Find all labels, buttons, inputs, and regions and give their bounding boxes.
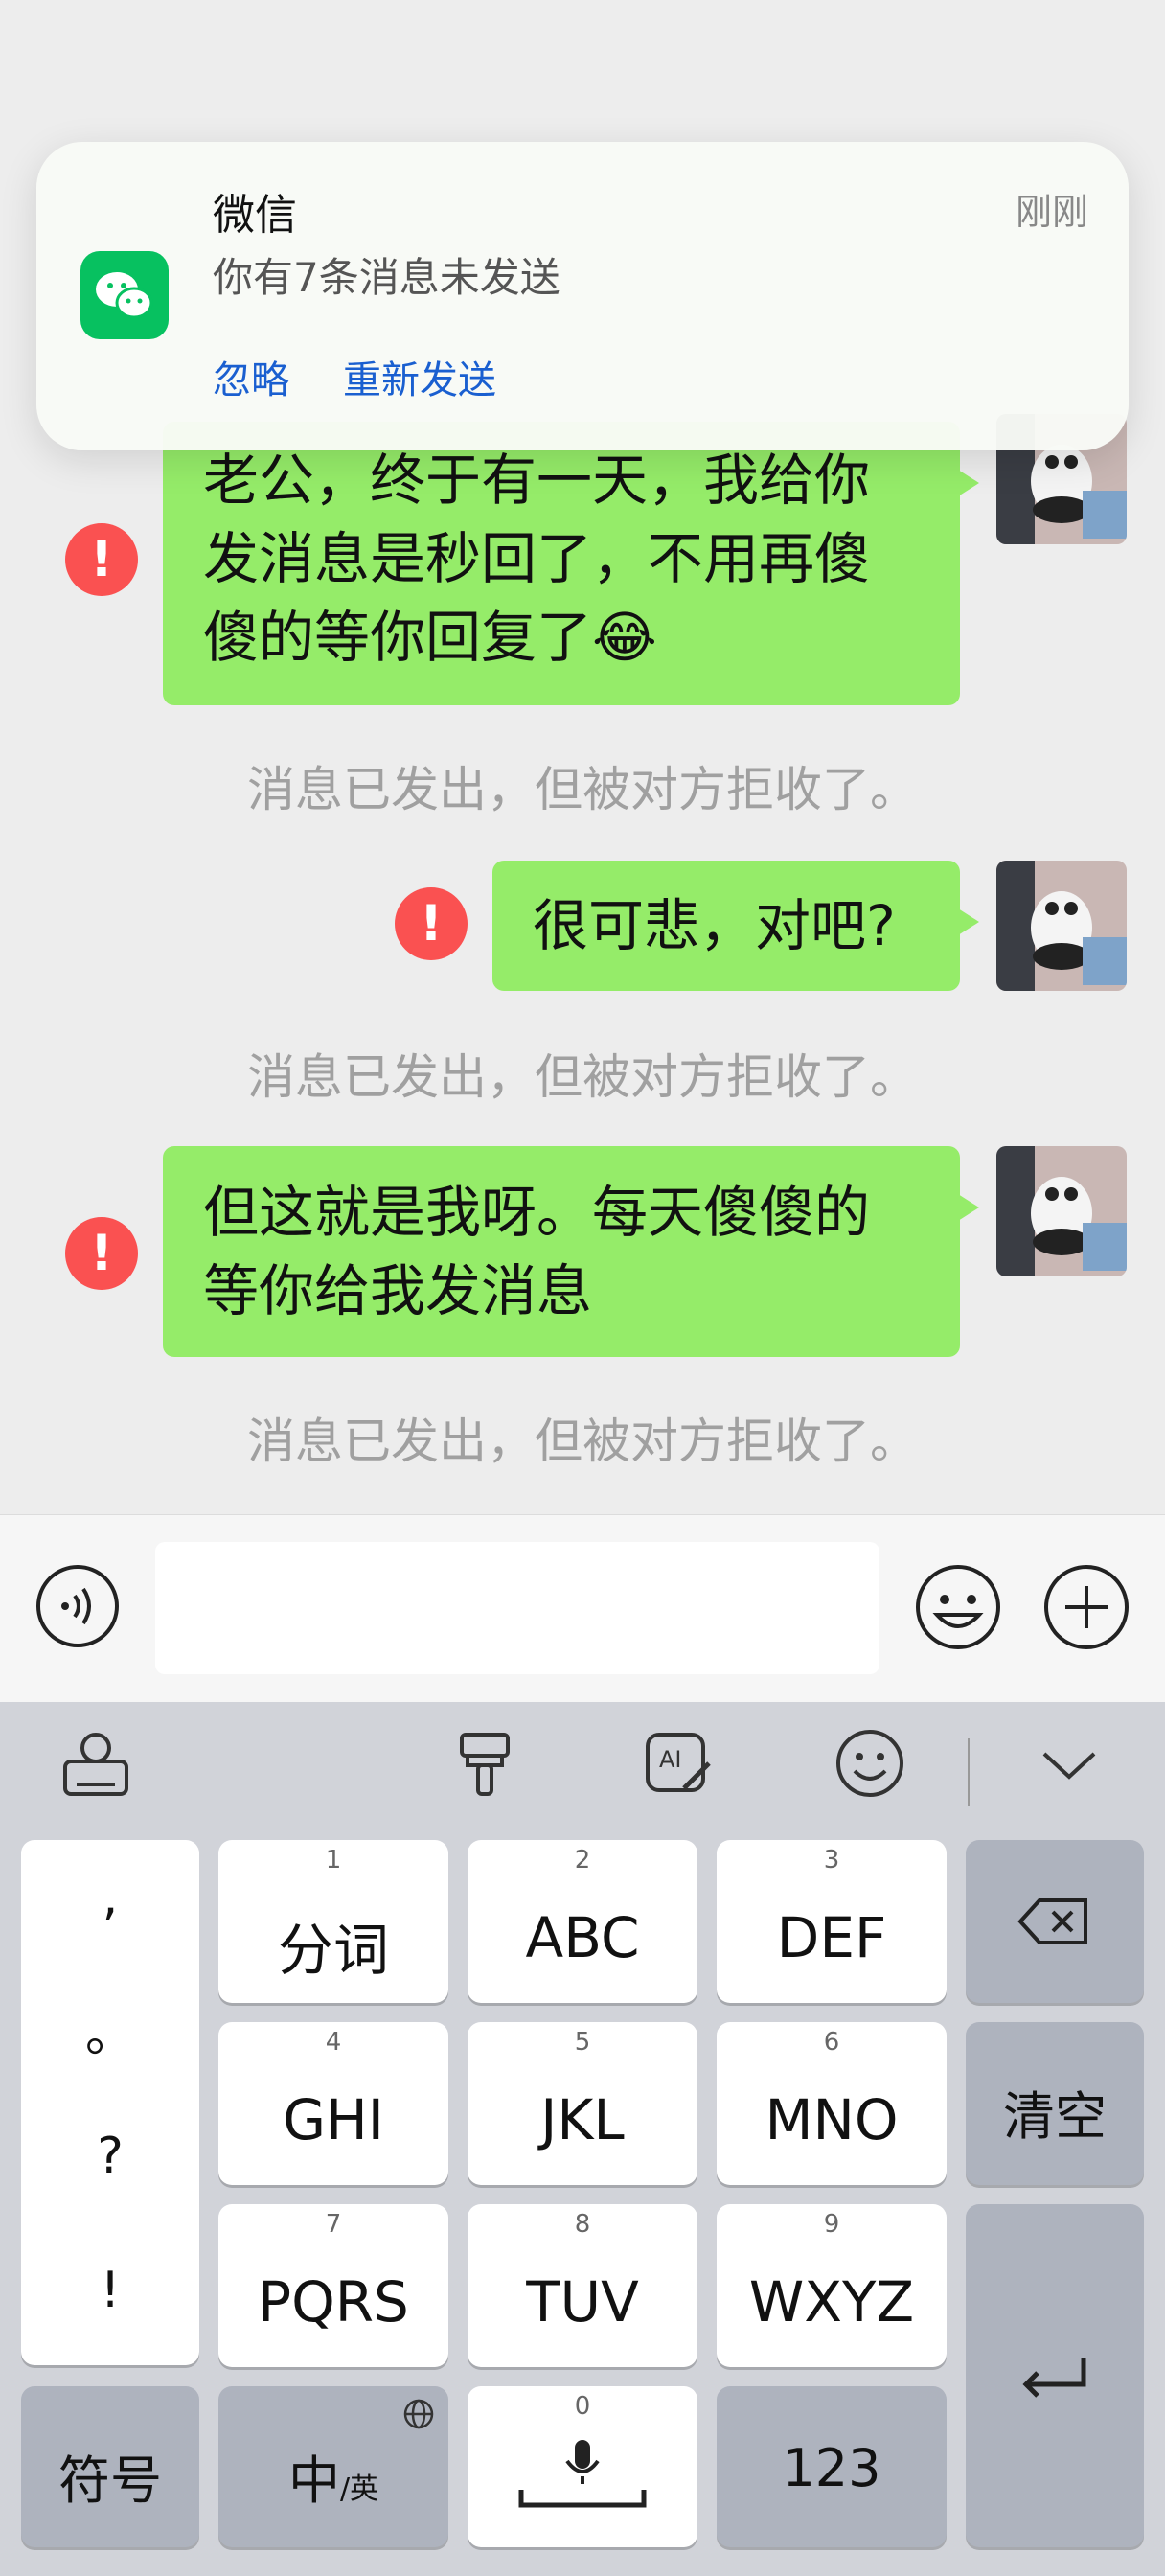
language-switch-key[interactable]: 中/英 <box>218 2386 448 2547</box>
key-label: ABC <box>525 1905 640 1970</box>
punct-comma[interactable]: , <box>21 1869 199 1926</box>
key-number: 0 <box>574 2392 591 2421</box>
key-label: PQRS <box>258 2269 409 2334</box>
key-number: 7 <box>325 2210 342 2239</box>
enter-icon <box>1022 2358 1086 2398</box>
key-number: 8 <box>574 2210 591 2239</box>
emoji-icon[interactable] <box>914 1563 1002 1655</box>
message-bubble[interactable]: 很可悲，对吧? <box>492 861 979 991</box>
send-failed-icon[interactable]: ! <box>395 887 468 960</box>
avatar[interactable] <box>996 1146 1127 1276</box>
send-failed-icon[interactable]: ! <box>65 1217 138 1290</box>
rejected-notice: 消息已发出，但被对方拒收了。 <box>247 762 918 817</box>
backspace-icon <box>1017 1898 1087 1944</box>
toolbar-divider <box>968 1738 970 1806</box>
brush-icon[interactable] <box>446 1725 523 1802</box>
ignore-button[interactable]: 忽略 <box>213 349 289 404</box>
rejected-notice: 消息已发出，但被对方拒收了。 <box>247 1414 918 1469</box>
key-label: 123 <box>782 2438 881 2498</box>
key-label: 清空 <box>1003 2086 1107 2147</box>
notification-banner[interactable]: 微信 刚刚 你有7条消息未发送 忽略 重新发送 <box>36 142 1129 450</box>
plus-icon[interactable] <box>1042 1563 1131 1655</box>
key-label: 中/英 <box>287 2450 379 2511</box>
clear-key[interactable]: 清空 <box>966 2022 1144 2185</box>
message-bubble[interactable]: 老公，终于有一天，我给你 发消息是秒回了，不用再傻 傻的等你回复了😂 <box>163 422 979 705</box>
voice-toggle-icon[interactable] <box>34 1563 121 1653</box>
message-line: 等你给我发消息 <box>203 1258 593 1323</box>
key-number: 6 <box>823 2028 840 2057</box>
laughing-emoji: 😂 <box>592 605 657 670</box>
key-number: 5 <box>574 2028 591 2057</box>
send-failed-icon[interactable]: ! <box>65 523 138 596</box>
space-key[interactable]: 0 <box>468 2386 697 2547</box>
wechat-app-icon <box>80 251 169 339</box>
key-label: WXYZ <box>748 2269 915 2334</box>
message-line: 傻的等你回复了😂 <box>203 605 657 670</box>
backspace-key[interactable] <box>966 1840 1144 2003</box>
key-5[interactable]: 5 JKL <box>468 2022 697 2185</box>
punct-period[interactable]: 。 <box>21 1993 199 2065</box>
message-line: 老公，终于有一天，我给你 <box>203 448 871 513</box>
key-8[interactable]: 8 TUV <box>468 2204 697 2367</box>
collapse-keyboard-icon[interactable] <box>1031 1725 1108 1802</box>
message-line: 发消息是秒回了，不用再傻 <box>203 526 871 591</box>
message-bubble[interactable]: 但这就是我呀。每天傻傻的 等你给我发消息 <box>163 1146 979 1357</box>
input-bar <box>0 1514 1165 1703</box>
key-label: DEF <box>776 1905 887 1970</box>
key-1[interactable]: 1 分词 <box>218 1840 448 2003</box>
key-number: 2 <box>574 1846 591 1874</box>
punct-exclaim[interactable]: ! <box>21 2262 199 2319</box>
message-line: 但这就是我呀。每天傻傻的 <box>203 1180 871 1245</box>
ai-write-icon[interactable]: AI <box>640 1725 717 1802</box>
numbers-key[interactable]: 123 <box>717 2386 947 2547</box>
microphone-icon <box>518 2440 647 2508</box>
key-number: 3 <box>823 1846 840 1874</box>
message-input[interactable] <box>155 1542 879 1674</box>
svg-text:AI: AI <box>659 1746 682 1773</box>
enter-key[interactable] <box>966 2204 1144 2547</box>
key-2[interactable]: 2 ABC <box>468 1840 697 2003</box>
key-label: MNO <box>765 2087 899 2152</box>
punct-question[interactable]: ? <box>21 2128 199 2185</box>
punctuation-column[interactable]: , 。 ? ! <box>21 1840 199 2365</box>
avatar[interactable] <box>996 861 1127 991</box>
resend-button[interactable]: 重新发送 <box>343 349 496 404</box>
keyboard-settings-icon[interactable] <box>59 1725 136 1802</box>
key-7[interactable]: 7 PQRS <box>218 2204 448 2367</box>
key-3[interactable]: 3 DEF <box>717 1840 947 2003</box>
key-number: 9 <box>823 2210 840 2239</box>
message-line: 很可悲，对吧? <box>533 893 896 958</box>
key-number: 4 <box>325 2028 342 2057</box>
notification-time: 刚刚 <box>1015 191 1088 233</box>
key-9[interactable]: 9 WXYZ <box>717 2204 947 2367</box>
globe-icon <box>403 2399 434 2429</box>
key-label: JKL <box>540 2087 625 2152</box>
emoji-keyboard-icon[interactable] <box>832 1725 908 1802</box>
key-label: 分词 <box>277 1918 389 1983</box>
symbols-key[interactable]: 符号 <box>21 2386 199 2547</box>
key-6[interactable]: 6 MNO <box>717 2022 947 2185</box>
key-number: 1 <box>325 1846 342 1874</box>
notification-message: 你有7条消息未发送 <box>213 254 560 301</box>
notification-app-name: 微信 <box>213 191 297 240</box>
key-label: TUV <box>526 2269 639 2334</box>
key-label: GHI <box>283 2087 384 2152</box>
key-4[interactable]: 4 GHI <box>218 2022 448 2185</box>
rejected-notice: 消息已发出，但被对方拒收了。 <box>247 1049 918 1105</box>
key-label: 符号 <box>58 2450 162 2511</box>
